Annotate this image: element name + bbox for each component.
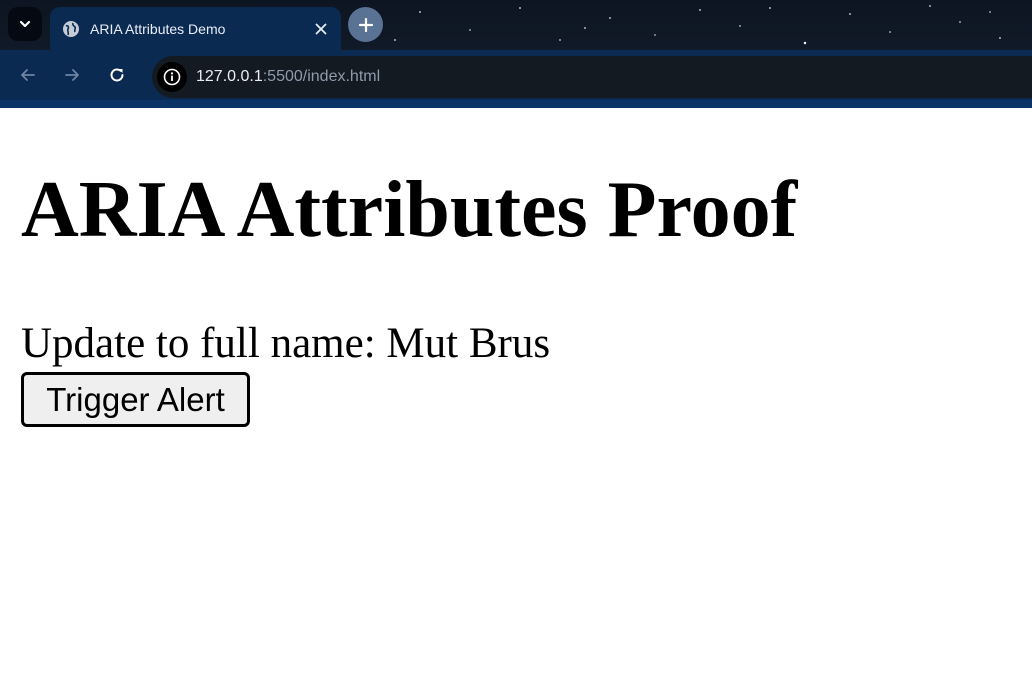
- browser-chrome: ARIA Attributes Demo 127.0.0.1:5500/inde…: [0, 0, 1032, 108]
- back-button[interactable]: [14, 61, 42, 89]
- chevron-down-icon: [19, 20, 31, 28]
- tab-title: ARIA Attributes Demo: [90, 20, 226, 37]
- page-content: ARIA Attributes Proof Update to full nam…: [0, 108, 1032, 697]
- plus-icon: [358, 17, 373, 32]
- tab-search-button[interactable]: [8, 7, 42, 41]
- toolbar-bottom-edge: [0, 100, 1032, 108]
- close-icon[interactable]: [311, 19, 331, 39]
- url-text: 127.0.0.1:5500/index.html: [196, 68, 380, 86]
- address-bar[interactable]: 127.0.0.1:5500/index.html: [152, 56, 1032, 98]
- browser-tab[interactable]: ARIA Attributes Demo: [50, 7, 341, 50]
- new-tab-button[interactable]: [348, 7, 383, 42]
- browser-toolbar: 127.0.0.1:5500/index.html: [0, 50, 1032, 100]
- url-host: 127.0.0.1: [196, 68, 263, 85]
- arrow-left-icon: [21, 69, 35, 81]
- url-path: :5500/index.html: [262, 68, 381, 85]
- globe-icon: [62, 20, 80, 38]
- page-title: ARIA Attributes Proof: [21, 166, 798, 254]
- arrow-right-icon: [65, 69, 79, 81]
- site-info-button[interactable]: [157, 62, 187, 92]
- status-text: Update to full name: Mut Brus: [21, 320, 551, 367]
- trigger-alert-button[interactable]: Trigger Alert: [21, 372, 250, 427]
- forward-button[interactable]: [58, 61, 86, 89]
- info-icon: [163, 68, 181, 86]
- reload-button[interactable]: [103, 61, 131, 89]
- reload-icon: [110, 68, 124, 82]
